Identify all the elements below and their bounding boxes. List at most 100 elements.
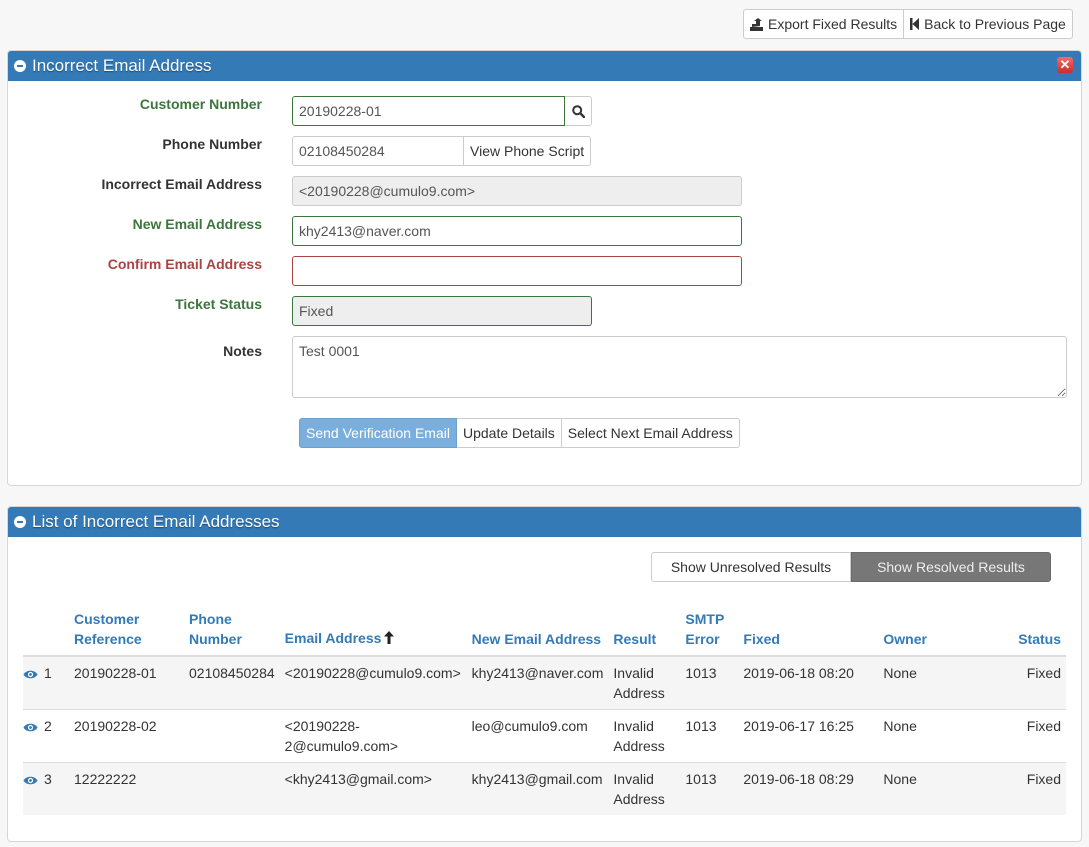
header-owner[interactable]: Owner bbox=[878, 605, 989, 657]
incorrect-email-row: Incorrect Email Address bbox=[8, 176, 262, 192]
notes-textarea[interactable]: Test 0001 bbox=[292, 336, 1067, 398]
cell-result: Invalid Address bbox=[608, 709, 681, 763]
back-to-previous-page-button[interactable]: Back to Previous Page bbox=[904, 9, 1073, 39]
cell-email-address: <20190228@cumulo9.com> bbox=[279, 656, 467, 710]
confirm-email-row: Confirm Email Address bbox=[8, 256, 262, 272]
cell-owner: None bbox=[878, 709, 989, 763]
cell-smtp-error: 1013 bbox=[680, 762, 739, 815]
cell-phone-number bbox=[184, 709, 280, 763]
phone-number-label: Phone Number bbox=[162, 136, 262, 152]
confirm-email-input[interactable] bbox=[292, 256, 742, 286]
minus-circle-icon[interactable] bbox=[14, 60, 26, 72]
send-verification-email-button[interactable]: Send Verification Email bbox=[299, 418, 457, 448]
search-button[interactable] bbox=[565, 96, 592, 126]
ticket-status-label: Ticket Status bbox=[175, 296, 262, 312]
phone-number-group: 02108450284 View Phone Script bbox=[292, 136, 592, 166]
table-row[interactable]: 3 12222222 <khy2413@gmail.com> khy2413@gmai… bbox=[23, 762, 1066, 815]
cell-fixed: 2019-06-18 08:29 bbox=[738, 762, 879, 815]
top-actions: Export Fixed Results Back to Previous Pa… bbox=[743, 9, 1073, 39]
table-row[interactable]: 2 20190228-02 <20190228-​2@cumulo9.com> leo… bbox=[23, 709, 1066, 763]
customer-number-input[interactable]: 20190228-01 bbox=[292, 96, 565, 126]
cell-customer-reference: 12222222 bbox=[69, 762, 184, 815]
cell-customer-reference: 20190228-01 bbox=[69, 656, 184, 710]
notes-row: Notes bbox=[8, 336, 262, 366]
phone-number-input[interactable]: 02108450284 bbox=[292, 136, 464, 166]
cell-owner: None bbox=[878, 762, 989, 815]
table-header-row: Customer Reference Phone Number Email Ad… bbox=[23, 605, 1066, 657]
row-index: 3 bbox=[44, 771, 52, 787]
customer-number-label: Customer Number bbox=[139, 96, 262, 112]
row-lead-cell: 3 bbox=[23, 762, 69, 815]
incorrect-email-label: Incorrect Email Address bbox=[101, 176, 262, 192]
panel-heading: Incorrect Email Address ✕ bbox=[8, 51, 1081, 81]
show-resolved-button[interactable]: Show Resolved Results bbox=[851, 552, 1051, 582]
header-status[interactable]: Status bbox=[988, 605, 1066, 657]
export-icon bbox=[750, 17, 763, 31]
cell-customer-reference: 20190228-02 bbox=[69, 709, 184, 763]
header-customer-reference[interactable]: Customer Reference bbox=[69, 605, 184, 657]
header-email-address[interactable]: Email Address bbox=[279, 605, 467, 657]
export-fixed-results-button[interactable]: Export Fixed Results bbox=[743, 9, 905, 39]
row-index: 1 bbox=[44, 665, 52, 681]
cell-status: Fixed bbox=[988, 709, 1066, 763]
panel-title: List of Incorrect Email Addresses bbox=[32, 512, 280, 531]
header-new-email-address[interactable]: New Email Address bbox=[466, 605, 609, 657]
select-next-email-button[interactable]: Select Next Email Address bbox=[561, 418, 740, 448]
header-phone-number[interactable]: Phone Number bbox=[184, 605, 280, 657]
row-index: 2 bbox=[44, 718, 52, 734]
back-label: Back to Previous Page bbox=[924, 16, 1066, 32]
cell-phone-number bbox=[184, 762, 280, 815]
cell-new-email-address: leo@cumulo9.com bbox=[466, 709, 609, 763]
header-blank bbox=[23, 605, 69, 657]
cell-status: Fixed bbox=[988, 762, 1066, 815]
phone-number-row: Phone Number bbox=[8, 136, 262, 152]
new-email-label: New Email Address bbox=[132, 216, 262, 232]
eye-icon[interactable] bbox=[23, 665, 38, 685]
cell-new-email-address: khy2413@gmail.com bbox=[466, 762, 609, 815]
notes-label: Notes bbox=[223, 343, 262, 359]
results-toggle: Show Unresolved Results Show Resolved Re… bbox=[651, 552, 1051, 582]
table-row[interactable]: 1 20190228-01 02108450284 <20190228@cumulo9… bbox=[23, 656, 1066, 710]
update-details-button[interactable]: Update Details bbox=[456, 418, 562, 448]
incorrect-email-panel: Incorrect Email Address ✕ Customer Numbe… bbox=[7, 50, 1082, 486]
header-result[interactable]: Result bbox=[608, 605, 681, 657]
cell-phone-number: 02108450284 bbox=[184, 656, 280, 710]
view-phone-script-button[interactable]: View Phone Script bbox=[464, 136, 592, 166]
form-actions: Send Verification Email Update Details S… bbox=[299, 418, 740, 448]
cell-owner: None bbox=[878, 656, 989, 710]
show-unresolved-button[interactable]: Show Unresolved Results bbox=[651, 552, 851, 582]
cell-fixed: 2019-06-18 08:20 bbox=[738, 656, 879, 710]
new-email-input[interactable]: khy2413@naver.com bbox=[292, 216, 742, 246]
cell-result: Invalid Address bbox=[608, 762, 681, 815]
new-email-row: New Email Address bbox=[8, 216, 262, 232]
confirm-email-label: Confirm Email Address bbox=[107, 256, 262, 272]
close-icon[interactable]: ✕ bbox=[1057, 57, 1073, 73]
email-list-panel: List of Incorrect Email Addresses Show U… bbox=[7, 506, 1082, 842]
cell-smtp-error: 1013 bbox=[680, 709, 739, 763]
row-lead-cell: 1 bbox=[23, 656, 69, 710]
eye-icon[interactable] bbox=[23, 771, 38, 791]
arrow-up-icon bbox=[384, 629, 395, 649]
cell-email-address: <20190228-​2@cumulo9.com> bbox=[279, 709, 467, 763]
step-backward-icon bbox=[910, 18, 920, 30]
cell-smtp-error: 1013 bbox=[680, 656, 739, 710]
cell-status: Fixed bbox=[988, 656, 1066, 710]
ticket-status-row: Ticket Status bbox=[8, 296, 262, 312]
header-smtp-error[interactable]: SMTP Error bbox=[680, 605, 739, 657]
ticket-status-input: Fixed bbox=[292, 296, 592, 326]
cell-result: Invalid Address bbox=[608, 656, 681, 710]
panel-heading: List of Incorrect Email Addresses bbox=[8, 507, 1081, 537]
search-icon bbox=[571, 104, 585, 118]
header-fixed[interactable]: Fixed bbox=[738, 605, 879, 657]
eye-icon[interactable] bbox=[23, 718, 38, 738]
customer-number-row: Customer Number bbox=[8, 96, 262, 112]
header-email-address-label: Email Address bbox=[284, 630, 382, 646]
row-lead-cell: 2 bbox=[23, 709, 69, 763]
cell-email-address: <khy2413@gmail.com> bbox=[279, 762, 467, 815]
minus-circle-icon[interactable] bbox=[14, 516, 26, 528]
export-label: Export Fixed Results bbox=[768, 16, 898, 32]
cell-new-email-address: khy2413@naver.com bbox=[466, 656, 609, 710]
customer-number-group: 20190228-01 bbox=[292, 96, 592, 126]
incorrect-email-input: <20190228@cumulo9.com> bbox=[292, 176, 742, 206]
cell-fixed: 2019-06-17 16:25 bbox=[738, 709, 879, 763]
